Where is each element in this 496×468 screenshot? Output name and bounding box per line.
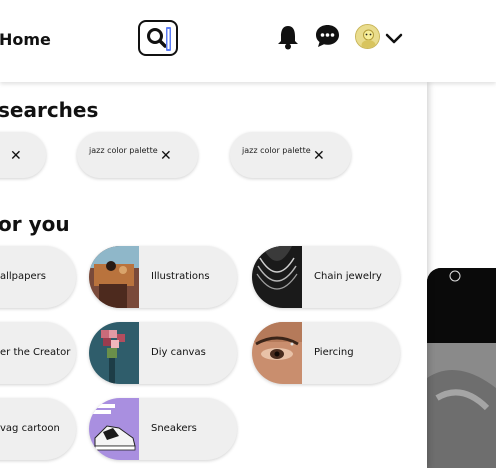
- idea-label: Diy canvas: [151, 347, 206, 358]
- chat-icon[interactable]: [315, 24, 340, 48]
- search-icon: [147, 27, 171, 51]
- piercing-thumbnail: [252, 322, 302, 384]
- ideas-for-you-title: or you: [0, 212, 70, 236]
- recent-search-chip[interactable]: jazz color palette ✕: [77, 132, 198, 178]
- close-icon[interactable]: ✕: [313, 149, 325, 163]
- idea-chip-chain-jewelry[interactable]: Chain jewelry: [252, 246, 400, 308]
- search-button[interactable]: [138, 20, 178, 56]
- idea-chip-piercing[interactable]: Piercing: [252, 322, 400, 384]
- idea-label: Sneakers: [151, 423, 197, 434]
- idea-label: allpapers: [0, 271, 46, 282]
- recent-search-label: jazz color palette: [242, 146, 311, 155]
- idea-label: Illustrations: [151, 271, 210, 282]
- idea-chip-tyler-the-creator[interactable]: er the Creator: [0, 322, 76, 384]
- idea-label: Piercing: [314, 347, 354, 358]
- background-pin-image[interactable]: [427, 268, 496, 468]
- diy-canvas-thumbnail: [89, 322, 139, 384]
- home-link[interactable]: Home: [0, 30, 51, 49]
- illustrations-thumbnail: [89, 246, 139, 308]
- recent-search-label: jazz color palette: [89, 146, 158, 155]
- sneakers-thumbnail: [89, 398, 139, 460]
- bell-icon[interactable]: [276, 24, 300, 50]
- recent-search-chip[interactable]: jazz color palette ✕: [230, 132, 351, 178]
- chain-jewelry-thumbnail: [252, 246, 302, 308]
- idea-chip-wallpapers[interactable]: allpapers: [0, 246, 76, 308]
- idea-label: er the Creator: [0, 347, 71, 358]
- idea-chip-diy-canvas[interactable]: Diy canvas: [89, 322, 237, 384]
- idea-label: Chain jewelry: [314, 271, 382, 282]
- recent-searches-title: searches: [0, 98, 99, 122]
- chevron-down-icon[interactable]: [385, 33, 403, 45]
- idea-chip-sneakers[interactable]: Sneakers: [89, 398, 237, 460]
- idea-chip-swag-cartoon[interactable]: vag cartoon: [0, 398, 76, 460]
- top-header: Home: [0, 0, 496, 82]
- idea-label: vag cartoon: [0, 423, 60, 434]
- avatar[interactable]: [355, 24, 380, 49]
- search-dropdown: searches ✕ jazz color palette ✕ jazz col…: [0, 82, 427, 468]
- recent-search-chip[interactable]: ✕: [0, 132, 46, 178]
- close-icon[interactable]: ✕: [10, 149, 22, 163]
- idea-chip-illustrations[interactable]: Illustrations: [89, 246, 237, 308]
- close-icon[interactable]: ✕: [160, 149, 172, 163]
